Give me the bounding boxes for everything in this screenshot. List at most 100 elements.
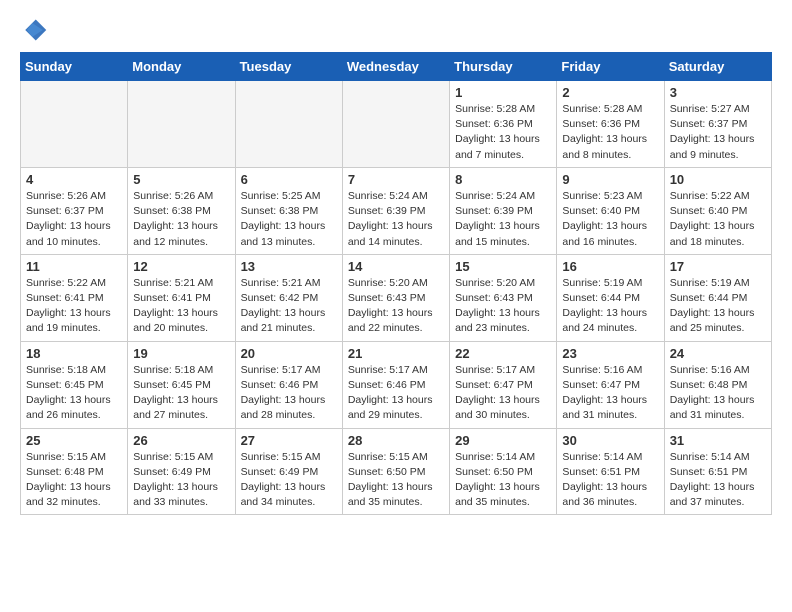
- logo-icon: [20, 16, 48, 44]
- day-number: 13: [241, 259, 337, 274]
- calendar-cell: 25 Sunrise: 5:15 AM Sunset: 6:48 PM Dayli…: [21, 428, 128, 515]
- day-info: Sunrise: 5:22 AM Sunset: 6:41 PM Dayligh…: [26, 276, 122, 337]
- calendar-cell: 4 Sunrise: 5:26 AM Sunset: 6:37 PM Daylig…: [21, 167, 128, 254]
- day-number: 23: [562, 346, 658, 361]
- calendar-cell: 23Sunrise: 5:16 AM Sunset: 6:47 PM Dayli…: [557, 341, 664, 428]
- calendar-cell: 15 Sunrise: 5:20 AM Sunset: 6:43 PM Dayli…: [450, 254, 557, 341]
- day-info: Sunrise: 5:28 AM Sunset: 6:36 PM Dayligh…: [455, 102, 551, 163]
- day-info: Sunrise: 5:25 AM Sunset: 6:38 PM Dayligh…: [241, 189, 337, 250]
- calendar-cell: 28 Sunrise: 5:15 AM Sunset: 6:50 PM Dayli…: [342, 428, 449, 515]
- calendar-cell: 30 Sunrise: 5:14 AM Sunset: 6:51 PM Dayli…: [557, 428, 664, 515]
- calendar-table: SundayMondayTuesdayWednesdayThursdayFrid…: [20, 52, 772, 515]
- header: [20, 16, 772, 44]
- calendar-header-saturday: Saturday: [664, 53, 771, 81]
- day-number: 21: [348, 346, 444, 361]
- calendar-header-friday: Friday: [557, 53, 664, 81]
- day-number: 17: [670, 259, 766, 274]
- calendar-cell: 19 Sunrise: 5:18 AM Sunset: 6:45 PM Dayli…: [128, 341, 235, 428]
- calendar-cell: 16Sunrise: 5:19 AM Sunset: 6:44 PM Dayli…: [557, 254, 664, 341]
- calendar-cell: [128, 81, 235, 168]
- day-info: Sunrise: 5:24 AM Sunset: 6:39 PM Dayligh…: [348, 189, 444, 250]
- day-number: 30: [562, 433, 658, 448]
- calendar-header-row: SundayMondayTuesdayWednesdayThursdayFrid…: [21, 53, 772, 81]
- calendar-cell: 12 Sunrise: 5:21 AM Sunset: 6:41 PM Dayli…: [128, 254, 235, 341]
- day-number: 11: [26, 259, 122, 274]
- day-number: 29: [455, 433, 551, 448]
- calendar-header-sunday: Sunday: [21, 53, 128, 81]
- calendar-cell: 11 Sunrise: 5:22 AM Sunset: 6:41 PM Dayli…: [21, 254, 128, 341]
- day-info: Sunrise: 5:24 AM Sunset: 6:39 PM Dayligh…: [455, 189, 551, 250]
- day-number: 10: [670, 172, 766, 187]
- day-number: 14: [348, 259, 444, 274]
- day-number: 28: [348, 433, 444, 448]
- calendar-cell: 31 Sunrise: 5:14 AM Sunset: 6:51 PM Dayli…: [664, 428, 771, 515]
- day-number: 12: [133, 259, 229, 274]
- day-number: 6: [241, 172, 337, 187]
- day-info: Sunrise: 5:15 AM Sunset: 6:49 PM Dayligh…: [133, 450, 229, 511]
- day-number: 9: [562, 172, 658, 187]
- calendar-header-wednesday: Wednesday: [342, 53, 449, 81]
- page: SundayMondayTuesdayWednesdayThursdayFrid…: [0, 0, 792, 531]
- day-info: Sunrise: 5:23 AM Sunset: 6:40 PM Dayligh…: [562, 189, 658, 250]
- calendar-week-2: 4 Sunrise: 5:26 AM Sunset: 6:37 PM Daylig…: [21, 167, 772, 254]
- logo: [20, 16, 52, 44]
- calendar-cell: 1 Sunrise: 5:28 AM Sunset: 6:36 PM Daylig…: [450, 81, 557, 168]
- calendar-cell: 9 Sunrise: 5:23 AM Sunset: 6:40 PM Daylig…: [557, 167, 664, 254]
- calendar-cell: 17 Sunrise: 5:19 AM Sunset: 6:44 PM Dayli…: [664, 254, 771, 341]
- day-info: Sunrise: 5:26 AM Sunset: 6:38 PM Dayligh…: [133, 189, 229, 250]
- calendar-cell: 29Sunrise: 5:14 AM Sunset: 6:50 PM Dayli…: [450, 428, 557, 515]
- day-number: 26: [133, 433, 229, 448]
- day-number: 20: [241, 346, 337, 361]
- calendar-cell: [342, 81, 449, 168]
- calendar-cell: 20 Sunrise: 5:17 AM Sunset: 6:46 PM Dayli…: [235, 341, 342, 428]
- calendar-cell: 27 Sunrise: 5:15 AM Sunset: 6:49 PM Dayli…: [235, 428, 342, 515]
- day-number: 1: [455, 85, 551, 100]
- calendar-cell: 10Sunrise: 5:22 AM Sunset: 6:40 PM Dayli…: [664, 167, 771, 254]
- day-number: 31: [670, 433, 766, 448]
- calendar-header-thursday: Thursday: [450, 53, 557, 81]
- day-info: Sunrise: 5:15 AM Sunset: 6:49 PM Dayligh…: [241, 450, 337, 511]
- calendar-week-4: 18Sunrise: 5:18 AM Sunset: 6:45 PM Dayli…: [21, 341, 772, 428]
- day-number: 4: [26, 172, 122, 187]
- day-number: 8: [455, 172, 551, 187]
- day-info: Sunrise: 5:21 AM Sunset: 6:42 PM Dayligh…: [241, 276, 337, 337]
- calendar-cell: 7 Sunrise: 5:24 AM Sunset: 6:39 PM Daylig…: [342, 167, 449, 254]
- day-info: Sunrise: 5:14 AM Sunset: 6:51 PM Dayligh…: [562, 450, 658, 511]
- calendar-cell: 5 Sunrise: 5:26 AM Sunset: 6:38 PM Daylig…: [128, 167, 235, 254]
- calendar-cell: 21Sunrise: 5:17 AM Sunset: 6:46 PM Dayli…: [342, 341, 449, 428]
- calendar-cell: 18Sunrise: 5:18 AM Sunset: 6:45 PM Dayli…: [21, 341, 128, 428]
- day-info: Sunrise: 5:15 AM Sunset: 6:50 PM Dayligh…: [348, 450, 444, 511]
- calendar-week-3: 11 Sunrise: 5:22 AM Sunset: 6:41 PM Dayli…: [21, 254, 772, 341]
- day-info: Sunrise: 5:18 AM Sunset: 6:45 PM Dayligh…: [26, 363, 122, 424]
- calendar-week-5: 25 Sunrise: 5:15 AM Sunset: 6:48 PM Dayli…: [21, 428, 772, 515]
- day-number: 7: [348, 172, 444, 187]
- day-number: 25: [26, 433, 122, 448]
- calendar-cell: [235, 81, 342, 168]
- day-info: Sunrise: 5:26 AM Sunset: 6:37 PM Dayligh…: [26, 189, 122, 250]
- day-number: 27: [241, 433, 337, 448]
- calendar-cell: 13 Sunrise: 5:21 AM Sunset: 6:42 PM Dayli…: [235, 254, 342, 341]
- day-number: 5: [133, 172, 229, 187]
- day-number: 15: [455, 259, 551, 274]
- day-info: Sunrise: 5:17 AM Sunset: 6:47 PM Dayligh…: [455, 363, 551, 424]
- day-number: 22: [455, 346, 551, 361]
- day-number: 19: [133, 346, 229, 361]
- day-info: Sunrise: 5:18 AM Sunset: 6:45 PM Dayligh…: [133, 363, 229, 424]
- day-info: Sunrise: 5:19 AM Sunset: 6:44 PM Dayligh…: [670, 276, 766, 337]
- day-info: Sunrise: 5:14 AM Sunset: 6:51 PM Dayligh…: [670, 450, 766, 511]
- day-info: Sunrise: 5:17 AM Sunset: 6:46 PM Dayligh…: [241, 363, 337, 424]
- day-info: Sunrise: 5:20 AM Sunset: 6:43 PM Dayligh…: [348, 276, 444, 337]
- day-info: Sunrise: 5:20 AM Sunset: 6:43 PM Dayligh…: [455, 276, 551, 337]
- day-number: 2: [562, 85, 658, 100]
- day-number: 24: [670, 346, 766, 361]
- calendar-cell: 24Sunrise: 5:16 AM Sunset: 6:48 PM Dayli…: [664, 341, 771, 428]
- day-info: Sunrise: 5:21 AM Sunset: 6:41 PM Dayligh…: [133, 276, 229, 337]
- day-info: Sunrise: 5:28 AM Sunset: 6:36 PM Dayligh…: [562, 102, 658, 163]
- day-number: 3: [670, 85, 766, 100]
- calendar-cell: 2 Sunrise: 5:28 AM Sunset: 6:36 PM Daylig…: [557, 81, 664, 168]
- day-number: 16: [562, 259, 658, 274]
- calendar-cell: 14 Sunrise: 5:20 AM Sunset: 6:43 PM Dayli…: [342, 254, 449, 341]
- calendar-week-1: 1 Sunrise: 5:28 AM Sunset: 6:36 PM Daylig…: [21, 81, 772, 168]
- day-info: Sunrise: 5:15 AM Sunset: 6:48 PM Dayligh…: [26, 450, 122, 511]
- calendar-header-tuesday: Tuesday: [235, 53, 342, 81]
